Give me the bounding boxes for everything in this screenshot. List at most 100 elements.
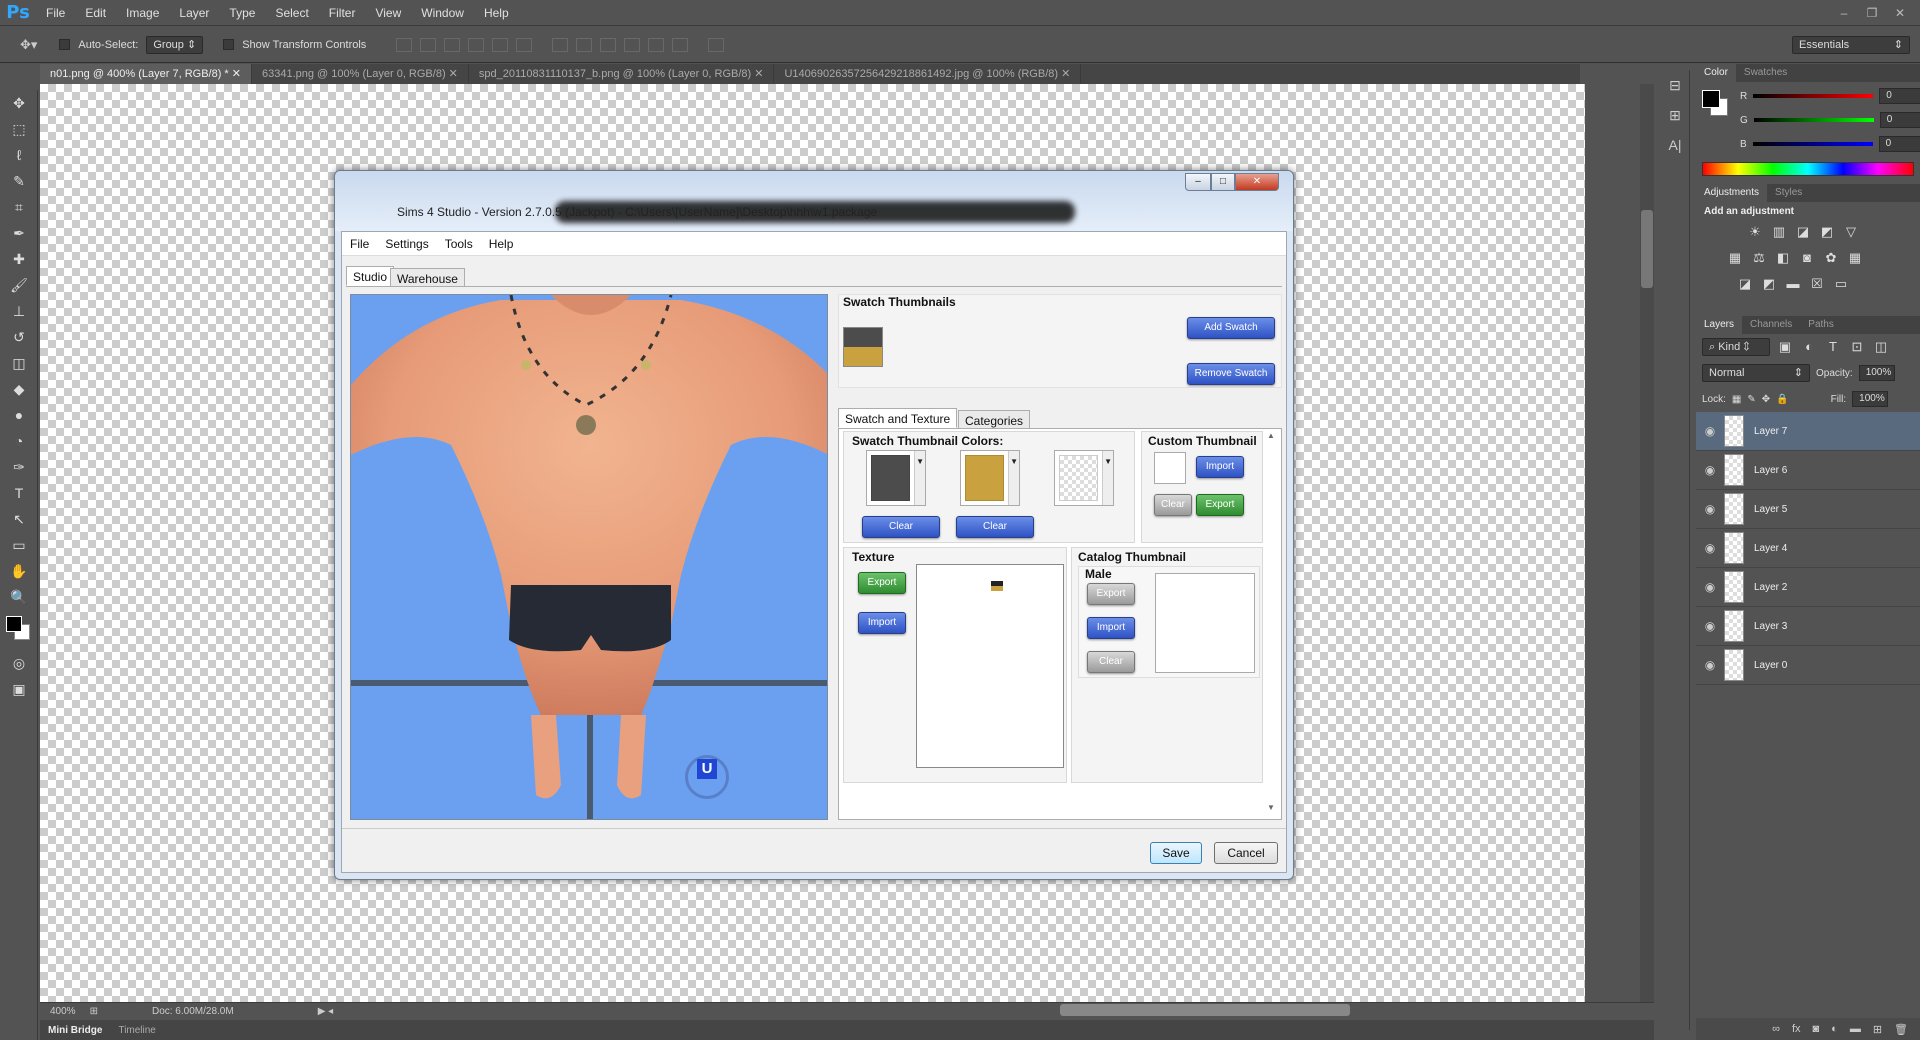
hand-tool-icon[interactable]: ✋ — [0, 558, 38, 584]
fx-icon[interactable]: fx — [1792, 1023, 1801, 1035]
doc-tab-u1406[interactable]: U14069026357256429218861492.jpg @ 100% (… — [774, 64, 1082, 84]
menu-help[interactable]: Help — [474, 0, 519, 26]
visibility-eye-icon[interactable]: ◉ — [1696, 502, 1724, 516]
s4s-menu-help[interactable]: Help — [481, 237, 522, 251]
remove-swatch-button[interactable]: Remove Swatch — [1187, 363, 1275, 385]
status-arrow-icon[interactable]: ▶ ◂ — [318, 1006, 334, 1017]
texture-export-button[interactable]: Export — [858, 572, 906, 594]
link-layers-icon[interactable]: ∞ — [1772, 1023, 1780, 1035]
invert-icon[interactable]: ◪ — [1736, 276, 1754, 292]
screen-mode-icon[interactable]: ▣ — [0, 676, 38, 702]
layer-row[interactable]: ◉ Layer 3 — [1696, 607, 1920, 646]
dodge-tool-icon[interactable]: ◔ — [0, 428, 38, 454]
tab-close-icon[interactable]: ✕ — [232, 68, 241, 80]
brush-tool-icon[interactable]: 🖌 — [0, 272, 38, 298]
model-preview[interactable]: U — [350, 294, 828, 820]
layer-row[interactable]: ◉ Layer 0 — [1696, 646, 1920, 685]
custom-thumbnail-clear-button[interactable]: Clear — [1154, 494, 1192, 516]
slider-green[interactable]: G0 — [1732, 108, 1920, 132]
posterize-icon[interactable]: ◩ — [1760, 276, 1778, 292]
menu-view[interactable]: View — [365, 0, 411, 26]
cancel-button[interactable]: Cancel — [1214, 842, 1278, 864]
menu-edit[interactable]: Edit — [75, 0, 116, 26]
spectrum-bar[interactable] — [1702, 162, 1914, 176]
green-value[interactable]: 0 — [1879, 112, 1920, 128]
new-group-icon[interactable]: ▬ — [1850, 1023, 1861, 1035]
green-track[interactable] — [1753, 118, 1874, 122]
swatch-color-3-dropdown[interactable]: ▼ — [1054, 450, 1114, 506]
pen-tool-icon[interactable]: ✑ — [0, 454, 38, 480]
threshold-icon[interactable]: ▬ — [1784, 276, 1802, 292]
selective-color-icon[interactable]: ☒ — [1808, 276, 1826, 292]
doc-tab-spd[interactable]: spd_20110831110137_b.png @ 100% (Layer 0… — [469, 64, 775, 84]
auto-align-icon[interactable] — [708, 37, 725, 52]
filter-type-icon[interactable]: T — [1824, 339, 1842, 355]
s4s-menu-settings[interactable]: Settings — [377, 237, 436, 251]
menu-file[interactable]: File — [36, 0, 75, 26]
crop-tool-icon[interactable]: ⌗ — [0, 194, 38, 220]
healing-tool-icon[interactable]: ✚ — [0, 246, 38, 272]
distribute-hcenter-icon[interactable] — [648, 37, 665, 52]
history-panel-icon[interactable]: ⊟ — [1660, 70, 1690, 100]
channel-mixer-icon[interactable]: ✿ — [1822, 250, 1840, 266]
gradient-map-icon[interactable]: ▭ — [1832, 276, 1850, 292]
character-panel-icon[interactable]: A| — [1660, 130, 1690, 160]
visibility-eye-icon[interactable]: ◉ — [1696, 424, 1724, 438]
s4s-menu-file[interactable]: File — [342, 237, 377, 251]
align-right-icon[interactable] — [516, 37, 533, 52]
filter-smart-icon[interactable]: ◫ — [1872, 339, 1890, 355]
distribute-vcenter-icon[interactable] — [576, 37, 593, 52]
layer-kind-dropdown[interactable]: ⌕ Kind ⇕ — [1702, 338, 1770, 356]
add-mask-icon[interactable]: ◙ — [1813, 1023, 1820, 1035]
levels-icon[interactable]: ▥ — [1770, 224, 1788, 240]
menu-layer[interactable]: Layer — [169, 0, 219, 26]
menu-select[interactable]: Select — [265, 0, 318, 26]
layer-row[interactable]: ◉ Layer 4 — [1696, 529, 1920, 568]
vertical-scroll-thumb[interactable] — [1641, 210, 1653, 288]
s4s-menu-tools[interactable]: Tools — [437, 237, 481, 251]
clear-color-2-button[interactable]: Clear — [956, 516, 1034, 538]
tab-channels[interactable]: Channels — [1742, 316, 1800, 334]
hue-sat-icon[interactable]: ▦ — [1726, 250, 1744, 266]
restore-button[interactable]: ❐ — [1858, 4, 1886, 22]
scroll-up-icon[interactable]: ▲ — [1267, 431, 1275, 440]
doc-tab-63341[interactable]: 63341.png @ 100% (Layer 0, RGB/8) ✕ — [252, 64, 469, 84]
quick-select-tool-icon[interactable]: ✎ — [0, 168, 38, 194]
distribute-right-icon[interactable] — [672, 37, 689, 52]
tab-adjustments[interactable]: Adjustments — [1696, 184, 1768, 202]
foreground-color[interactable] — [6, 616, 22, 632]
menu-type[interactable]: Type — [219, 0, 265, 26]
zoom-tool-icon[interactable]: 🔍 — [0, 584, 38, 610]
catalog-import-button[interactable]: Import — [1087, 617, 1135, 639]
tab-styles[interactable]: Styles — [1767, 184, 1810, 202]
new-adjustment-icon[interactable]: ◐ — [1831, 1023, 1838, 1035]
layer-row[interactable]: ◉ Layer 5 — [1696, 490, 1920, 529]
visibility-eye-icon[interactable]: ◉ — [1696, 580, 1724, 594]
tab-warehouse[interactable]: Warehouse — [390, 268, 465, 287]
marquee-tool-icon[interactable]: ⬚ — [0, 116, 38, 142]
stamp-tool-icon[interactable]: ⊥ — [0, 298, 38, 324]
distribute-top-icon[interactable] — [552, 37, 569, 52]
workspace-dropdown[interactable]: Essentials ⇕ — [1792, 35, 1910, 54]
auto-select-checkbox[interactable] — [59, 39, 71, 50]
new-layer-icon[interactable]: ⊞ — [1873, 1023, 1882, 1036]
filter-shape-icon[interactable]: ⊡ — [1848, 339, 1866, 355]
color-lookup-icon[interactable]: ▦ — [1846, 250, 1864, 266]
texture-import-button[interactable]: Import — [858, 612, 906, 634]
tab-close-icon[interactable]: ✕ — [449, 68, 458, 80]
quick-mask-icon[interactable]: ◎ — [0, 650, 38, 676]
visibility-eye-icon[interactable]: ◉ — [1696, 541, 1724, 555]
tab-color[interactable]: Color — [1696, 64, 1736, 82]
save-button[interactable]: Save — [1150, 842, 1202, 864]
swatch-color-2-dropdown[interactable]: ▼ — [960, 450, 1020, 506]
horizontal-scroll-thumb[interactable] — [1060, 1004, 1350, 1016]
s4s-minimize-button[interactable]: – — [1185, 173, 1211, 191]
layer-row[interactable]: ◉ Layer 6 — [1696, 451, 1920, 490]
tab-close-icon[interactable]: ✕ — [754, 68, 763, 80]
align-vcenter-icon[interactable] — [420, 37, 437, 52]
fill-value[interactable]: 100% — [1852, 391, 1889, 407]
shape-tool-icon[interactable]: ▭ — [0, 532, 38, 558]
status-icon[interactable]: ⊞ — [90, 1006, 98, 1017]
s4s-maximize-button[interactable]: □ — [1211, 173, 1235, 191]
align-bottom-icon[interactable] — [444, 37, 461, 52]
